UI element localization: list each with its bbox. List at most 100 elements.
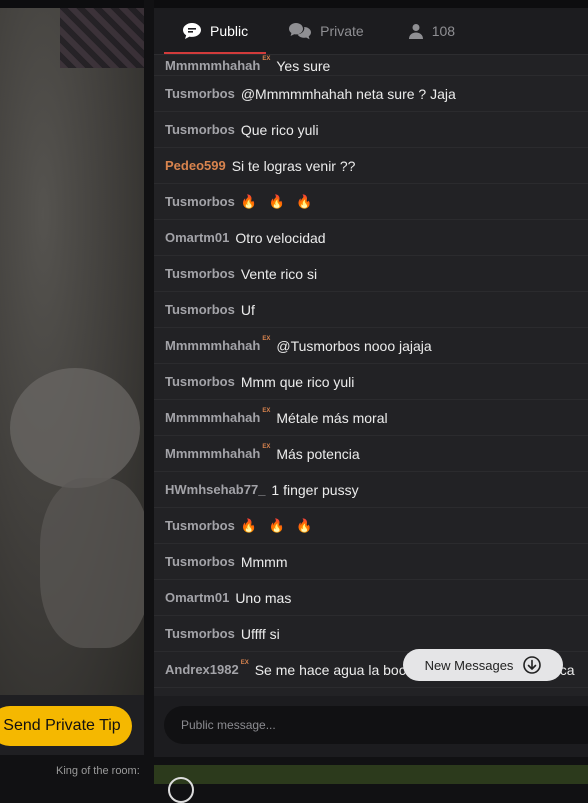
- chat-panel: Public Private 108 Mmmmmhahah EX Yes sure T…: [154, 8, 588, 757]
- username-text: Andrex1982: [165, 662, 239, 677]
- message-username[interactable]: Omartm01: [165, 590, 229, 605]
- message-username[interactable]: Tusmorbos: [165, 266, 235, 281]
- chat-message: Mmmmmhahah EX Más potencia: [154, 436, 588, 472]
- username-text: Tusmorbos: [165, 374, 235, 389]
- message-text: Métale más moral: [276, 409, 388, 426]
- message-text: Mmmm: [240, 553, 288, 570]
- public-message-input[interactable]: [164, 706, 588, 744]
- video-shape: [40, 478, 144, 648]
- message-text: Mmm que rico yuli: [240, 373, 355, 390]
- username-text: Tusmorbos: [165, 302, 235, 317]
- king-of-room-label: King of the room:: [56, 765, 140, 777]
- top-bar: [0, 0, 588, 8]
- username-text: Mmmmmhahah: [165, 446, 261, 461]
- tab-users[interactable]: 108: [398, 8, 465, 54]
- message-username[interactable]: Mmmmmhahah EX: [165, 444, 270, 461]
- message-username[interactable]: Mmmmmhahah EX: [165, 408, 270, 425]
- chat-message: Tusmorbos 🔥 🔥 🔥: [154, 508, 588, 544]
- chat-message: Tusmorbos Uffff si: [154, 616, 588, 652]
- tab-public-label: Public: [210, 23, 249, 39]
- username-text: Tusmorbos: [165, 554, 235, 569]
- chat-message: Pedeo599 Si te logras venir ??: [154, 148, 588, 184]
- chat-message: Tusmorbos Uf: [154, 292, 588, 328]
- message-text: Uf: [240, 301, 255, 318]
- message-text: Yes sure: [276, 58, 331, 74]
- send-private-tip-button[interactable]: Send Private Tip: [0, 706, 132, 746]
- chat-message: Mmmmmhahah EX Yes sure: [154, 54, 588, 76]
- video-shape: [10, 368, 140, 488]
- message-text: Otro velocidad: [235, 229, 326, 246]
- chat-message: HWmhsehab77_ 1 finger pussy: [154, 472, 588, 508]
- username-text: Mmmmmhahah: [165, 338, 261, 353]
- message-text: Más potencia: [276, 445, 360, 462]
- message-text: @Tusmorbos nooo jajaja: [276, 337, 432, 354]
- message-username[interactable]: Tusmorbos: [165, 194, 235, 209]
- chat-message: Mmmmmhahah EX Métale más moral: [154, 400, 588, 436]
- message-username[interactable]: Tusmorbos: [165, 86, 235, 101]
- username-text: Mmmmmhahah: [165, 410, 261, 425]
- chat-message: Tusmorbos 🔥 🔥 🔥: [154, 184, 588, 220]
- message-username[interactable]: Tusmorbos: [165, 122, 235, 137]
- new-messages-label: New Messages: [424, 657, 514, 673]
- arrow-down-circle-icon: [523, 656, 542, 674]
- video-player[interactable]: [0, 8, 144, 695]
- message-username[interactable]: Mmmmmhahah EX: [165, 336, 270, 353]
- chat-message: Tusmorbos @Mmmmmhahah neta sure ? Jaja: [154, 76, 588, 112]
- chat-message: Tusmorbos Vente rico si: [154, 256, 588, 292]
- username-text: Omartm01: [165, 590, 230, 605]
- message-username[interactable]: Pedeo599: [165, 158, 226, 173]
- username-text: HWmhsehab77_: [165, 482, 266, 497]
- message-text: 🔥 🔥 🔥: [240, 517, 317, 533]
- message-text: Uno mas: [235, 589, 292, 606]
- new-messages-button[interactable]: New Messages: [403, 649, 563, 681]
- video-background-tiles: [60, 8, 144, 68]
- chat-bubbles-icon: [289, 23, 312, 40]
- king-avatar[interactable]: [168, 777, 194, 803]
- username-text: Mmmmmhahah: [165, 58, 261, 73]
- username-text: Pedeo599: [165, 158, 226, 173]
- message-username[interactable]: Andrex1982 EX: [165, 660, 249, 677]
- message-text: 1 finger pussy: [271, 481, 359, 498]
- message-username[interactable]: Tusmorbos: [165, 518, 235, 533]
- message-username[interactable]: Mmmmmhahah EX: [165, 56, 270, 73]
- username-text: Omartm01: [165, 230, 230, 245]
- username-text: Tusmorbos: [165, 86, 235, 101]
- message-username[interactable]: Tusmorbos: [165, 626, 235, 641]
- message-text: Si te logras venir ??: [231, 157, 356, 174]
- user-icon: [408, 24, 423, 39]
- username-text: Tusmorbos: [165, 194, 235, 209]
- username-text: Tusmorbos: [165, 626, 235, 641]
- message-username[interactable]: Tusmorbos: [165, 302, 235, 317]
- user-count: 108: [431, 23, 456, 39]
- message-text: @Mmmmmhahah neta sure ? Jaja: [240, 85, 456, 102]
- user-badge: EX: [240, 660, 249, 666]
- username-text: Tusmorbos: [165, 122, 235, 137]
- message-text: 🔥 🔥 🔥: [240, 193, 317, 209]
- message-text: Uffff si: [240, 625, 280, 642]
- chat-message: Tusmorbos Que rico yuli: [154, 112, 588, 148]
- chat-message: Omartm01 Uno mas: [154, 580, 588, 616]
- panel-divider: [144, 0, 154, 784]
- king-of-room-bar: [154, 765, 588, 803]
- tab-private-label: Private: [320, 23, 364, 39]
- username-text: Tusmorbos: [165, 518, 235, 533]
- chat-tabs: Public Private 108: [154, 8, 588, 55]
- tab-private[interactable]: Private: [278, 8, 374, 54]
- user-badge: EX: [262, 56, 271, 62]
- message-username[interactable]: Tusmorbos: [165, 374, 235, 389]
- user-badge: EX: [262, 444, 271, 450]
- message-list[interactable]: Mmmmmhahah EX Yes sure Tusmorbos @Mmmmmhahah…: [154, 54, 588, 696]
- message-username[interactable]: HWmhsehab77_: [165, 482, 265, 497]
- chat-message: Omartm01 Otro velocidad: [154, 220, 588, 256]
- message-username[interactable]: Tusmorbos: [165, 554, 235, 569]
- chat-message: Tusmorbos Mmmm: [154, 544, 588, 580]
- message-username[interactable]: Omartm01: [165, 230, 229, 245]
- tab-public[interactable]: Public: [164, 8, 267, 54]
- message-text: Que rico yuli: [240, 121, 319, 138]
- message-text: Vente rico si: [240, 265, 318, 282]
- chat-message: Tusmorbos Mmm que rico yuli: [154, 364, 588, 400]
- user-badge: EX: [262, 408, 271, 414]
- chat-message: Mmmmmhahah EX @Tusmorbos nooo jajaja: [154, 328, 588, 364]
- user-badge: EX: [262, 336, 271, 342]
- speech-bubble-icon: [183, 23, 201, 39]
